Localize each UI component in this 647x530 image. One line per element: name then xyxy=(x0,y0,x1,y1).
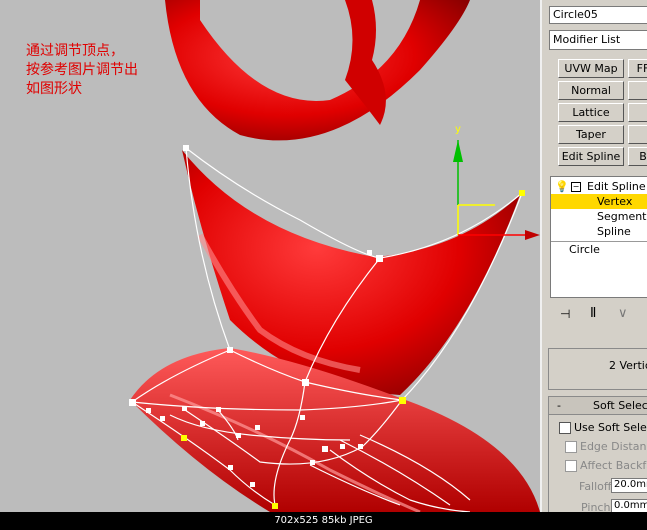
modifier-list-dropdown[interactable]: Modifier List xyxy=(549,30,647,50)
use-soft-selection-checkbox[interactable] xyxy=(559,422,571,434)
use-soft-selection-label: Use Soft Selection xyxy=(574,421,647,434)
annotation-line-2: 按参考图片调节出 xyxy=(26,62,138,78)
stack-item-segment[interactable]: Segment xyxy=(551,209,647,224)
annotation-line-3: 如图形状 xyxy=(26,81,82,97)
uvw-map-button[interactable]: UVW Map xyxy=(558,59,624,78)
stack-item-circle[interactable]: Circle xyxy=(551,241,647,257)
stack-item-label: Spline xyxy=(597,225,631,238)
pinch-label: Pinch: xyxy=(581,501,615,512)
falloff-label: Falloff: xyxy=(579,480,616,493)
affect-backfacing-checkbox[interactable] xyxy=(565,460,577,472)
modifier-button-10[interactable]: B xyxy=(628,147,647,166)
command-panel: Circle05 Modifier List UVW Map FF Normal… xyxy=(540,0,647,512)
make-unique-icon[interactable]: ∨ xyxy=(618,306,628,321)
selection-rollout: 2 Vertice xyxy=(548,348,647,390)
taper-button[interactable]: Taper xyxy=(558,125,624,144)
soft-selection-rollout: - Soft Selectio Use Soft Selection Edge … xyxy=(548,396,647,512)
stack-item-label: Circle xyxy=(569,243,600,256)
edge-distance-checkbox[interactable] xyxy=(565,441,577,453)
annotation-text: 通过调节顶点， 按参考图片调节出 如图形状 xyxy=(26,42,138,99)
collapse-box-icon[interactable]: − xyxy=(571,182,581,192)
show-end-result-icon[interactable]: Ⅱ xyxy=(590,306,596,321)
y-axis-label: y xyxy=(455,124,461,135)
light-bulb-icon[interactable]: 💡 xyxy=(555,179,569,194)
stack-item-label: Edit Spline xyxy=(587,180,646,193)
watermark: CG xyxy=(542,478,543,502)
stack-item-vertex[interactable]: Vertex xyxy=(551,194,647,209)
stack-item-spline[interactable]: Spline xyxy=(551,224,647,239)
rollout-collapse-icon[interactable]: - xyxy=(557,397,561,414)
viewport[interactable]: y 通过调节顶点， 按参考图片调节出 如图形状 xyxy=(0,0,540,512)
stack-toolbar: ⊣ Ⅱ ∨ xyxy=(548,302,647,328)
lattice-button[interactable]: Lattice xyxy=(558,103,624,122)
modifier-stack[interactable]: 💡 − Edit Spline Vertex Segment Spline Ci… xyxy=(550,176,647,298)
modifier-button-8[interactable] xyxy=(628,125,647,144)
ffd-button[interactable]: FF xyxy=(628,59,647,78)
rollout-title-label: Soft Selectio xyxy=(593,399,647,412)
pin-stack-icon[interactable]: ⊣ xyxy=(560,307,570,321)
falloff-input[interactable]: 20.0mm xyxy=(611,478,647,493)
annotation-line-1: 通过调节顶点， xyxy=(26,43,124,59)
object-name-field[interactable]: Circle05 xyxy=(549,6,647,24)
soft-selection-title[interactable]: - Soft Selectio xyxy=(549,397,647,415)
affect-backfacing-label: Affect Backfacin xyxy=(580,459,647,472)
status-bar: 702x525 85kb JPEG xyxy=(0,512,647,530)
normal-button[interactable]: Normal xyxy=(558,81,624,100)
edge-distance-label: Edge Distance xyxy=(580,440,647,453)
pinch-input[interactable]: 0.0mm xyxy=(611,499,647,512)
stack-item-label: Vertex xyxy=(597,195,633,208)
edit-spline-button[interactable]: Edit Spline xyxy=(558,147,624,166)
modifier-button-6[interactable] xyxy=(628,103,647,122)
selection-count: 2 Vertice xyxy=(609,359,647,372)
stack-item-label: Segment xyxy=(597,210,647,223)
stack-item-edit-spline[interactable]: 💡 − Edit Spline xyxy=(551,179,647,194)
modifier-button-4[interactable] xyxy=(628,81,647,100)
